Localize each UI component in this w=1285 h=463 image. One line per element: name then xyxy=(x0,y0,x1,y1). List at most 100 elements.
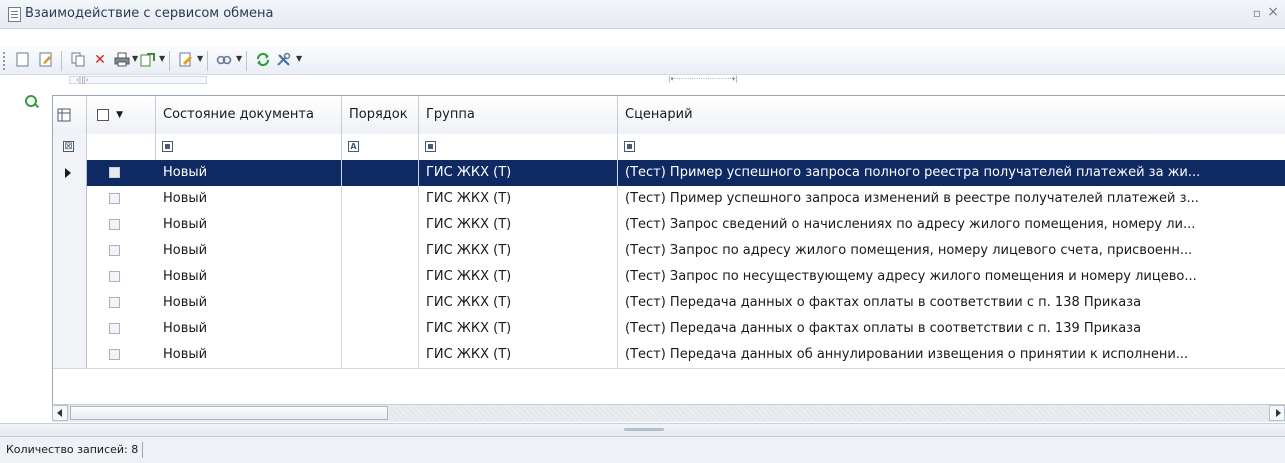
filter-condition-icon[interactable] xyxy=(162,141,173,152)
row-checkbox[interactable] xyxy=(109,271,120,282)
maximize-icon[interactable]: ▫ xyxy=(1253,6,1261,20)
row-checkbox[interactable] xyxy=(109,245,120,256)
cell-scenario[interactable]: (Тест) Пример успешного запроса полного … xyxy=(618,160,1285,186)
cell-order[interactable] xyxy=(342,186,419,212)
cell-state[interactable]: Новый xyxy=(156,290,342,316)
cell-scenario[interactable]: (Тест) Запрос сведений о начислениях по … xyxy=(618,212,1285,238)
row-checkbox[interactable] xyxy=(109,323,120,334)
row-header[interactable] xyxy=(53,186,87,212)
cell-order[interactable] xyxy=(342,342,419,368)
panel-splitter-dots[interactable]: |▾··························▾| xyxy=(668,76,818,83)
filter-clear-icon[interactable]: ⊠ xyxy=(63,141,74,152)
cell-scenario[interactable]: (Тест) Передача данных о фактах оплаты в… xyxy=(618,316,1285,342)
row-header[interactable] xyxy=(53,316,87,342)
row-checkbox[interactable] xyxy=(109,193,120,204)
table-row[interactable]: Новый ГИС ЖКХ (Т) (Тест) Запрос по адресу … xyxy=(53,238,1285,265)
tools-dropdown-icon[interactable]: ▼ xyxy=(296,54,302,63)
new-document-icon[interactable] xyxy=(14,52,30,69)
filter-state-field[interactable] xyxy=(156,134,342,160)
table-row[interactable]: Новый ГИС ЖКХ (Т) (Тест) Передача данных о… xyxy=(53,316,1285,343)
table-row[interactable]: Новый ГИС ЖКХ (Т) (Тест) Пример успешного … xyxy=(53,160,1285,187)
table-row[interactable]: Новый ГИС ЖКХ (Т) (Тест) Запрос по несущес… xyxy=(53,264,1285,291)
cell-state[interactable]: Новый xyxy=(156,264,342,290)
table-row[interactable]: Новый ГИС ЖКХ (Т) (Тест) Передача данных о… xyxy=(53,342,1285,369)
cell-group[interactable]: ГИС ЖКХ (Т) xyxy=(419,186,618,212)
scroll-right-icon[interactable] xyxy=(1269,405,1285,421)
column-header-order[interactable]: Порядок xyxy=(342,96,419,134)
select-all-dropdown-icon[interactable]: ▼ xyxy=(116,110,123,120)
delete-icon[interactable]: ✕ xyxy=(92,52,108,69)
cell-scenario[interactable]: (Тест) Пример успешного запроса изменени… xyxy=(618,186,1285,212)
cell-group[interactable]: ГИС ЖКХ (Т) xyxy=(419,264,618,290)
cell-scenario[interactable]: (Тест) Запрос по адресу жилого помещения… xyxy=(618,238,1285,264)
row-header[interactable] xyxy=(53,342,87,368)
cell-group[interactable]: ГИС ЖКХ (Т) xyxy=(419,212,618,238)
cell-group[interactable]: ГИС ЖКХ (Т) xyxy=(419,316,618,342)
tools-icon[interactable] xyxy=(275,52,293,69)
close-icon[interactable]: × xyxy=(1267,4,1279,20)
export-dropdown-icon[interactable]: ▼ xyxy=(159,54,165,63)
cell-order[interactable] xyxy=(342,212,419,238)
toolbar-grip-icon[interactable] xyxy=(3,52,8,70)
filter-order-field[interactable]: A xyxy=(342,134,419,160)
filter-group-field[interactable] xyxy=(419,134,618,160)
row-header[interactable] xyxy=(53,290,87,316)
horizontal-scrollbar[interactable] xyxy=(52,404,1285,422)
cell-scenario[interactable]: (Тест) Передача данных о фактах оплаты в… xyxy=(618,290,1285,316)
column-header-scenario[interactable]: Сценарий xyxy=(618,96,1285,134)
cell-state[interactable]: Новый xyxy=(156,238,342,264)
column-header-state[interactable]: Состояние документа xyxy=(156,96,342,134)
scroll-left-icon[interactable] xyxy=(52,405,68,421)
document-action-dropdown-icon[interactable]: ▼ xyxy=(197,54,203,63)
search-icon[interactable] xyxy=(25,95,37,107)
cell-scenario[interactable]: (Тест) Передача данных об аннулировании … xyxy=(618,342,1285,368)
cell-order[interactable] xyxy=(342,316,419,342)
column-header-group[interactable]: Группа xyxy=(419,96,618,134)
cell-order[interactable] xyxy=(342,264,419,290)
scrollbar-track[interactable] xyxy=(390,406,1270,420)
row-header[interactable] xyxy=(53,160,87,186)
splitter-grip-icon[interactable] xyxy=(624,428,664,431)
cell-state[interactable]: Новый xyxy=(156,160,342,186)
refresh-icon[interactable] xyxy=(254,52,272,69)
table-row[interactable]: Новый ГИС ЖКХ (Т) (Тест) Запрос сведений о… xyxy=(53,212,1285,239)
cell-order[interactable] xyxy=(342,160,419,186)
cell-state[interactable]: Новый xyxy=(156,316,342,342)
print-icon[interactable] xyxy=(113,52,131,69)
export-icon[interactable] xyxy=(139,52,157,69)
cell-state[interactable]: Новый xyxy=(156,212,342,238)
cell-scenario[interactable]: (Тест) Запрос по несуществующему адресу … xyxy=(618,264,1285,290)
column-chooser-icon[interactable] xyxy=(53,96,87,134)
print-dropdown-icon[interactable]: ▼ xyxy=(132,54,138,63)
cell-group[interactable]: ГИС ЖКХ (Т) xyxy=(419,290,618,316)
cell-group[interactable]: ГИС ЖКХ (Т) xyxy=(419,342,618,368)
row-header[interactable] xyxy=(53,264,87,290)
edit-icon[interactable] xyxy=(38,52,54,69)
filter-text-condition-icon[interactable]: A xyxy=(348,141,359,152)
row-header[interactable] xyxy=(53,212,87,238)
select-all-header[interactable]: ▼ xyxy=(87,96,156,134)
row-checkbox[interactable] xyxy=(109,349,120,360)
link-icon[interactable] xyxy=(215,52,233,69)
row-header[interactable] xyxy=(53,238,87,264)
cell-group[interactable]: ГИС ЖКХ (Т) xyxy=(419,160,618,186)
cell-order[interactable] xyxy=(342,238,419,264)
table-row[interactable]: Новый ГИС ЖКХ (Т) (Тест) Передача данных о… xyxy=(53,290,1285,317)
link-dropdown-icon[interactable]: ▼ xyxy=(236,54,242,63)
filter-condition-icon[interactable] xyxy=(624,141,635,152)
copy-icon[interactable] xyxy=(70,52,86,69)
cell-group[interactable]: ГИС ЖКХ (Т) xyxy=(419,238,618,264)
clear-filter-icon[interactable]: ⊠ xyxy=(53,134,87,160)
row-checkbox[interactable] xyxy=(109,219,120,230)
cell-order[interactable] xyxy=(342,290,419,316)
bottom-splitter[interactable] xyxy=(0,423,1285,437)
select-all-checkbox[interactable] xyxy=(97,109,109,121)
row-checkbox[interactable] xyxy=(109,167,120,178)
scrollbar-thumb[interactable] xyxy=(70,406,388,420)
document-action-icon[interactable] xyxy=(177,52,195,69)
panel-splitter-handle[interactable]: ‹|||› xyxy=(69,76,207,84)
cell-state[interactable]: Новый xyxy=(156,186,342,212)
filter-condition-icon[interactable] xyxy=(425,141,436,152)
cell-state[interactable]: Новый xyxy=(156,342,342,368)
table-row[interactable]: Новый ГИС ЖКХ (Т) (Тест) Пример успешного … xyxy=(53,186,1285,213)
